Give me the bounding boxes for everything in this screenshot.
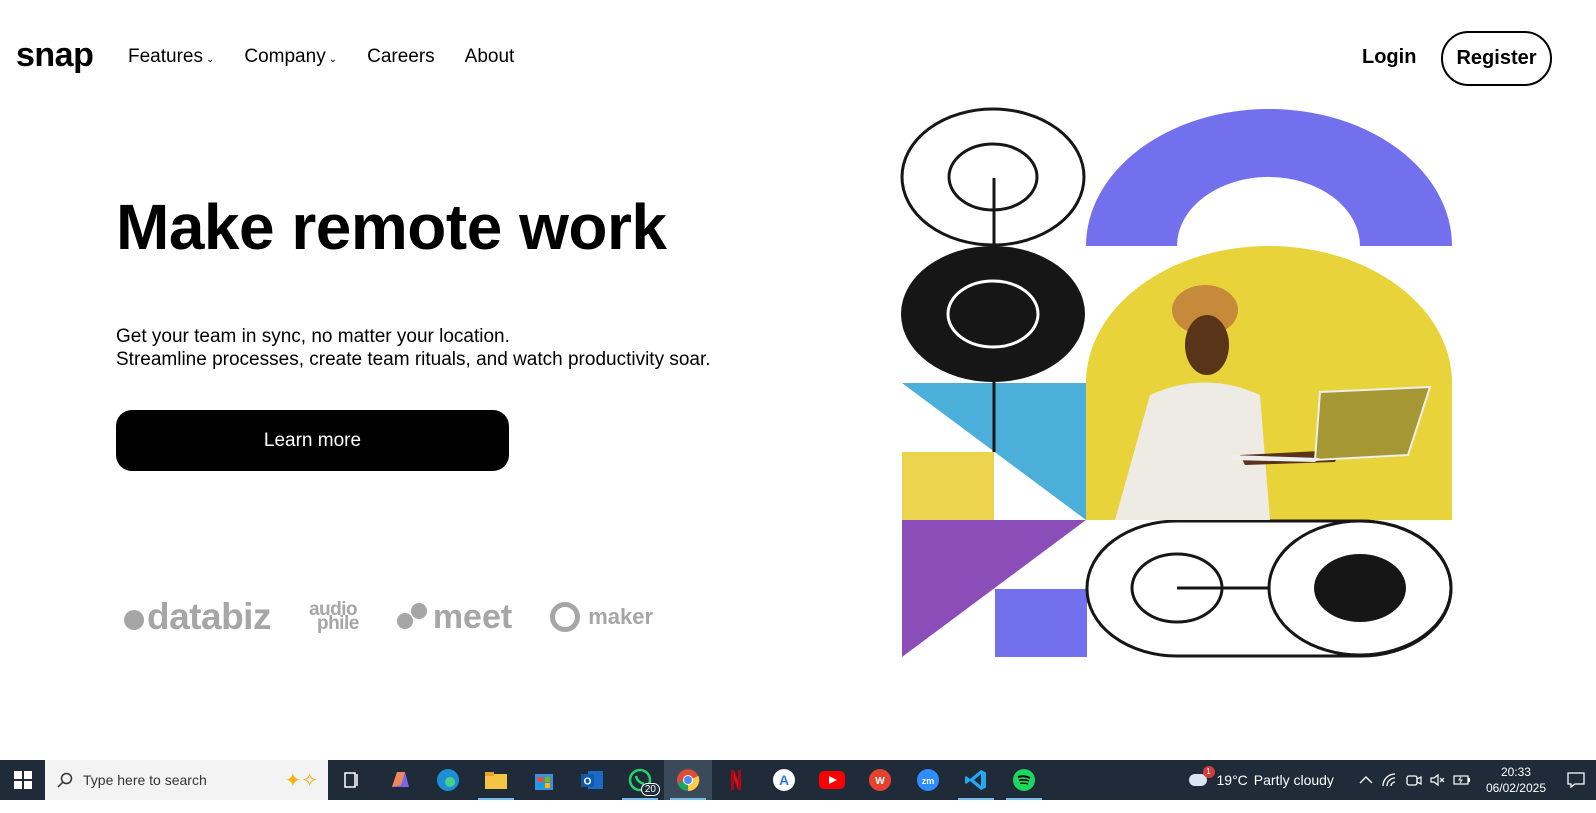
wps-office-icon[interactable]: W — [856, 760, 904, 800]
youtube-icon[interactable] — [808, 760, 856, 800]
clock-date: 06/02/2025 — [1485, 781, 1546, 795]
microsoft-store-icon[interactable] — [520, 760, 568, 800]
client-logos: databiz audio phile meet maker — [124, 596, 653, 638]
copilot-sparkle-icon: ✦✧ — [284, 770, 318, 792]
nav-item-features[interactable]: Features ⌄ — [128, 46, 214, 68]
chevron-up-icon[interactable] — [1354, 775, 1378, 785]
nav-item-label: Company — [244, 46, 326, 67]
svg-text:A: A — [779, 772, 789, 788]
whatsapp-icon[interactable]: 20 — [616, 760, 664, 800]
databiz-logo-text: databiz — [147, 596, 271, 637]
partly-cloudy-icon: 1 — [1187, 766, 1215, 790]
weather-description: Partly cloudy — [1253, 772, 1334, 788]
taskbar-search-box[interactable]: Type here to search ✦✧ — [45, 760, 328, 800]
nav-item-label: Features — [128, 46, 203, 67]
task-view-icon[interactable] — [328, 760, 376, 800]
maker-logo-text: maker — [588, 604, 654, 629]
hero-subtitle-line-2: Streamline processes, create team ritual… — [116, 349, 711, 370]
weather-alert-badge: 1 — [1202, 766, 1215, 778]
spotify-icon[interactable] — [1000, 760, 1048, 800]
meet-now-icon[interactable] — [1402, 773, 1426, 787]
hero-subtitle: Get your team in sync, no matter your lo… — [116, 325, 711, 371]
databiz-logo: databiz — [124, 596, 271, 638]
databiz-dot-icon — [124, 610, 144, 630]
search-icon — [57, 772, 73, 788]
nav-item-careers[interactable]: Careers — [367, 46, 435, 68]
file-explorer-icon[interactable] — [472, 760, 520, 800]
black-dot-bottom-right — [1314, 554, 1406, 622]
nav-item-label: Careers — [367, 46, 435, 67]
taskbar-apps: O 20 A W zm — [328, 760, 1048, 800]
system-tray: 1 19°C Partly cloudy 20:33 06/02/2025 — [1187, 760, 1596, 800]
learn-more-button[interactable]: Learn more — [116, 410, 509, 471]
copilot-icon[interactable] — [376, 760, 424, 800]
chevron-down-icon: ⌄ — [328, 53, 338, 65]
windows-logo-icon — [13, 771, 32, 789]
meet-logo-text: meet — [432, 597, 513, 636]
edge-icon[interactable] — [424, 760, 472, 800]
purple-square — [995, 589, 1087, 657]
svg-text:O: O — [584, 777, 592, 788]
meet-dots-icon — [396, 601, 427, 633]
login-link[interactable]: Login — [1362, 46, 1416, 69]
landing-page: snap Features ⌄ Company ⌄ Careers About … — [0, 0, 1596, 775]
start-button[interactable] — [0, 760, 45, 800]
whatsapp-badge: 20 — [640, 783, 660, 796]
search-placeholder: Type here to search — [83, 772, 207, 788]
maker-ring-icon — [550, 602, 581, 632]
notification-center-icon[interactable] — [1556, 760, 1596, 800]
nav-item-company[interactable]: Company ⌄ — [244, 46, 337, 68]
purple-arch — [1086, 109, 1452, 246]
weather-temperature: 19°C — [1216, 772, 1248, 788]
app-store-icon[interactable]: A — [760, 760, 808, 800]
wifi-icon[interactable] — [1378, 773, 1402, 787]
nav-item-about[interactable]: About — [465, 46, 515, 68]
taskbar-clock[interactable]: 20:33 06/02/2025 — [1486, 764, 1546, 796]
battery-charging-icon[interactable] — [1450, 774, 1474, 786]
yellow-square — [902, 452, 994, 520]
hero-subtitle-line-1: Get your team in sync, no matter your lo… — [116, 326, 510, 347]
hero-illustration — [900, 107, 1453, 658]
svg-text:W: W — [875, 776, 885, 787]
chrome-icon[interactable] — [664, 760, 712, 800]
audiophile-logo-text-bottom: phile — [316, 613, 359, 634]
main-nav: Features ⌄ Company ⌄ Careers About — [128, 46, 514, 68]
maker-logo: maker — [550, 602, 653, 632]
nav-item-label: About — [464, 46, 515, 67]
register-button[interactable]: Register — [1441, 31, 1552, 86]
black-disc — [901, 246, 1085, 382]
svg-text:zm: zm — [922, 776, 935, 786]
snap-logo[interactable]: snap — [16, 36, 94, 75]
vscode-icon[interactable] — [952, 760, 1000, 800]
meet-logo: meet — [396, 597, 513, 637]
weather-widget[interactable]: 1 19°C Partly cloudy — [1187, 766, 1334, 790]
clock-time: 20:33 — [1500, 765, 1531, 779]
audiophile-logo: audio phile — [309, 600, 359, 634]
zoom-icon[interactable]: zm — [904, 760, 952, 800]
hero-title: Make remote work — [116, 191, 667, 263]
chevron-down-icon: ⌄ — [205, 53, 215, 65]
outlook-icon[interactable]: O — [568, 760, 616, 800]
volume-muted-icon[interactable] — [1426, 773, 1450, 787]
windows-taskbar: Type here to search ✦✧ O 20 A W zm 1 19°… — [0, 760, 1596, 800]
netflix-icon[interactable] — [712, 760, 760, 800]
